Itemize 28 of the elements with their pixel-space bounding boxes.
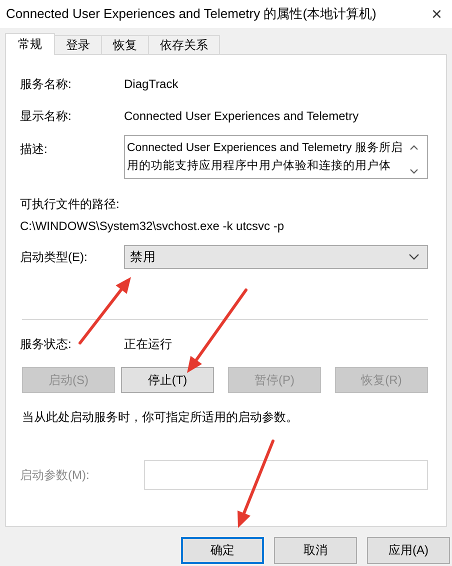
dialog-button[interactable]: 取消: [274, 537, 357, 564]
field-label: 服务名称:: [20, 76, 72, 92]
chevron-down-icon: [409, 254, 419, 260]
startup-type-dropdown[interactable]: 禁用: [124, 245, 428, 269]
status-value: 正在运行: [124, 336, 172, 353]
field-label: 启动类型(E):: [20, 248, 88, 266]
start-params-field[interactable]: [144, 460, 428, 490]
dialog-button[interactable]: 应用(A): [367, 537, 450, 564]
tab[interactable]: 常规: [5, 33, 55, 55]
window-title: Connected User Experiences and Telemetry 的属性(本地计算机): [6, 5, 376, 23]
field-value: Connected User Experiences and Telemetry: [124, 109, 359, 123]
dialog-button[interactable]: 确定: [181, 537, 264, 564]
field-label: 显示名称:: [20, 108, 72, 124]
service-button[interactable]: 停止(T): [121, 367, 214, 393]
tab[interactable]: 依存关系: [148, 35, 220, 54]
field-value: DiagTrack: [124, 77, 178, 91]
field-label: 启动参数(M):: [20, 466, 90, 484]
field-label: 描述:: [20, 141, 48, 158]
field-label: 服务状态:: [20, 336, 72, 353]
description-box[interactable]: Connected User Experiences and Telemetry 服务所启用的功能支持应用程序中用户体验和连接的用户体: [124, 135, 428, 179]
close-button[interactable]: ×: [427, 4, 446, 24]
scroll-up-icon[interactable]: [410, 145, 418, 150]
path-value: C:\WINDOWS\System32\svchost.exe -k utcsvc -p: [20, 219, 286, 233]
field-label: 可执行文件的路径:: [20, 196, 120, 213]
tab[interactable]: 恢复: [101, 35, 149, 54]
description-text: Connected User Experiences and Telemetry 服务所启用的功能支持应用程序中用户体验和连接的用户体: [127, 140, 404, 174]
scroll-down-icon[interactable]: [410, 169, 418, 174]
hint-text: 当从此处启动服务时，你可指定所适用的启动参数。: [21, 409, 299, 426]
